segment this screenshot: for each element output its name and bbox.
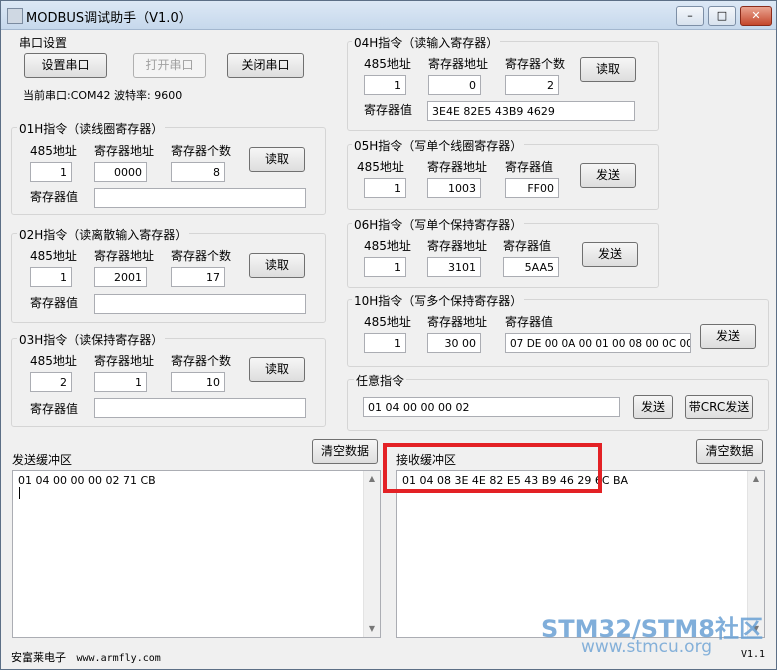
- cmd02-reg-count-input[interactable]: 17: [171, 267, 225, 287]
- serial-group-label: 串口设置: [19, 36, 68, 50]
- cmd06-send-button[interactable]: 发送: [582, 242, 638, 267]
- cmd05-reg-addr-label: 寄存器地址: [427, 160, 488, 174]
- cmd03-reg-count-label: 寄存器个数: [171, 354, 232, 368]
- cmd10-addr485-input[interactable]: 1: [364, 333, 406, 353]
- cmd02-reg-addr-label: 寄存器地址: [94, 249, 155, 263]
- cmd02-reg-value-input[interactable]: [94, 294, 306, 314]
- send-buffer-content: 01 04 00 00 00 02 71 CB: [18, 474, 156, 487]
- cmd02-reg-count-label: 寄存器个数: [171, 249, 232, 263]
- cmd02-addr485-label: 485地址: [30, 249, 77, 263]
- cmd05-reg-addr-input[interactable]: 1003: [427, 178, 481, 198]
- footer-credit: 安富莱电子 www.armfly.com: [11, 649, 161, 665]
- scroll-up-arrow-icon[interactable]: ▲: [364, 471, 380, 487]
- cmd05-reg-value-input[interactable]: FF00: [505, 178, 559, 198]
- send-buffer-textarea[interactable]: 01 04 00 00 00 02 71 CB ▲ ▼: [12, 470, 381, 638]
- minimize-button[interactable]: –: [676, 6, 704, 26]
- cmd04-addr485-input[interactable]: 1: [364, 75, 406, 95]
- cmd05-title: 05H指令（写单个线圈寄存器）: [352, 137, 525, 154]
- recv-buffer-clear-button[interactable]: 清空数据: [696, 439, 763, 464]
- watermark-url: www.stmcu.org: [581, 637, 713, 657]
- cmd03-title: 03H指令（读保持寄存器）: [17, 331, 166, 348]
- cmd06-addr485-label: 485地址: [364, 239, 411, 253]
- cmd04-reg-value-input[interactable]: 3E4E 82E5 43B9 4629: [427, 101, 635, 121]
- cmd06-reg-value-label: 寄存器值: [503, 239, 552, 253]
- cmd10-reg-value-label: 寄存器值: [505, 315, 554, 329]
- open-serial-button[interactable]: 打开串口: [133, 53, 206, 78]
- cmd01-reg-value-input[interactable]: [94, 188, 306, 208]
- any-cmd-title: 任意指令: [354, 372, 407, 389]
- cmd03-reg-addr-label: 寄存器地址: [94, 354, 155, 368]
- cmd10-reg-value-input[interactable]: 07 DE 00 0A 00 01 00 08 00 0C 00: [505, 333, 691, 353]
- cmd02-reg-addr-input[interactable]: 2001: [94, 267, 147, 287]
- cmd06-addr485-input[interactable]: 1: [364, 257, 406, 277]
- cmd05-send-button[interactable]: 发送: [580, 163, 636, 188]
- title-bar[interactable]: MODBUS调试助手（V1.0） – □ ✕: [1, 1, 776, 30]
- app-icon: [7, 8, 23, 24]
- cmd10-addr485-label: 485地址: [364, 315, 411, 329]
- any-cmd-input[interactable]: 01 04 00 00 00 02: [363, 397, 620, 417]
- text-caret: [19, 487, 20, 499]
- cmd04-reg-addr-label: 寄存器地址: [428, 57, 489, 71]
- cmd04-title: 04H指令（读输入寄存器）: [352, 34, 501, 51]
- cmd01-title: 01H指令（读线圈寄存器）: [17, 120, 166, 137]
- cmd10-send-button[interactable]: 发送: [700, 324, 756, 349]
- cmd04-reg-count-input[interactable]: 2: [505, 75, 559, 95]
- cmd01-addr485-label: 485地址: [30, 144, 77, 158]
- cmd10-reg-addr-label: 寄存器地址: [427, 315, 488, 329]
- cmd04-reg-value-label: 寄存器值: [364, 103, 413, 117]
- window-title: MODBUS调试助手（V1.0）: [26, 11, 192, 26]
- any-cmd-send-crc-button[interactable]: 带CRC发送: [685, 395, 753, 419]
- cmd06-reg-addr-input[interactable]: 3101: [427, 257, 481, 277]
- cmd03-reg-value-input[interactable]: [94, 398, 306, 418]
- cmd05-addr485-label: 485地址: [357, 160, 404, 174]
- cmd02-reg-value-label: 寄存器值: [30, 296, 79, 310]
- cmd05-reg-value-label: 寄存器值: [505, 160, 554, 174]
- scroll-down-arrow-icon[interactable]: ▼: [364, 621, 380, 637]
- company-url: www.armfly.com: [76, 653, 161, 664]
- cmd04-reg-addr-input[interactable]: 0: [428, 75, 481, 95]
- cmd10-reg-addr-input[interactable]: 30 00: [427, 333, 481, 353]
- cmd01-reg-count-label: 寄存器个数: [171, 144, 232, 158]
- setup-serial-button[interactable]: 设置串口: [24, 53, 107, 78]
- version-label: V1.1: [741, 649, 766, 660]
- close-serial-button[interactable]: 关闭串口: [227, 53, 304, 78]
- cmd02-read-button[interactable]: 读取: [249, 253, 305, 278]
- cmd03-addr485-label: 485地址: [30, 354, 77, 368]
- cmd06-title: 06H指令（写单个保持寄存器）: [352, 216, 525, 233]
- cmd05-addr485-input[interactable]: 1: [364, 178, 406, 198]
- cmd01-read-button[interactable]: 读取: [249, 147, 305, 172]
- cmd02-title: 02H指令（读离散输入寄存器）: [17, 226, 190, 243]
- cmd06-reg-addr-label: 寄存器地址: [427, 239, 488, 253]
- cmd03-reg-value-label: 寄存器值: [30, 402, 79, 416]
- cmd03-reg-addr-input[interactable]: 1: [94, 372, 147, 392]
- send-buffer-scrollbar[interactable]: ▲ ▼: [363, 471, 380, 637]
- close-window-button[interactable]: ✕: [740, 6, 772, 26]
- cmd10-title: 10H指令（写多个保持寄存器）: [352, 292, 525, 309]
- cmd01-reg-addr-label: 寄存器地址: [94, 144, 155, 158]
- cmd01-reg-addr-input[interactable]: 0000: [94, 162, 147, 182]
- scroll-up-arrow-icon[interactable]: ▲: [748, 471, 764, 487]
- cmd02-addr485-input[interactable]: 1: [30, 267, 72, 287]
- any-cmd-send-button[interactable]: 发送: [633, 395, 673, 419]
- cmd04-reg-count-label: 寄存器个数: [505, 57, 566, 71]
- cmd03-read-button[interactable]: 读取: [249, 357, 305, 382]
- cmd01-addr485-input[interactable]: 1: [30, 162, 72, 182]
- highlight-box: [383, 443, 602, 493]
- cmd03-reg-count-input[interactable]: 10: [171, 372, 225, 392]
- cmd04-addr485-label: 485地址: [364, 57, 411, 71]
- cmd04-read-button[interactable]: 读取: [580, 57, 636, 82]
- company-name: 安富莱电子: [11, 651, 66, 664]
- cmd01-reg-value-label: 寄存器值: [30, 190, 79, 204]
- cmd01-reg-count-input[interactable]: 8: [171, 162, 225, 182]
- send-buffer-clear-button[interactable]: 清空数据: [312, 439, 378, 464]
- cmd06-reg-value-input[interactable]: 5AA5: [503, 257, 559, 277]
- app-window: MODBUS调试助手（V1.0） – □ ✕ 串口设置 设置串口 打开串口 关闭…: [0, 0, 777, 670]
- cmd03-addr485-input[interactable]: 2: [30, 372, 72, 392]
- send-buffer-label: 发送缓冲区: [12, 453, 73, 467]
- maximize-button[interactable]: □: [708, 6, 736, 26]
- serial-status: 当前串口:COM42 波特率: 9600: [23, 89, 183, 102]
